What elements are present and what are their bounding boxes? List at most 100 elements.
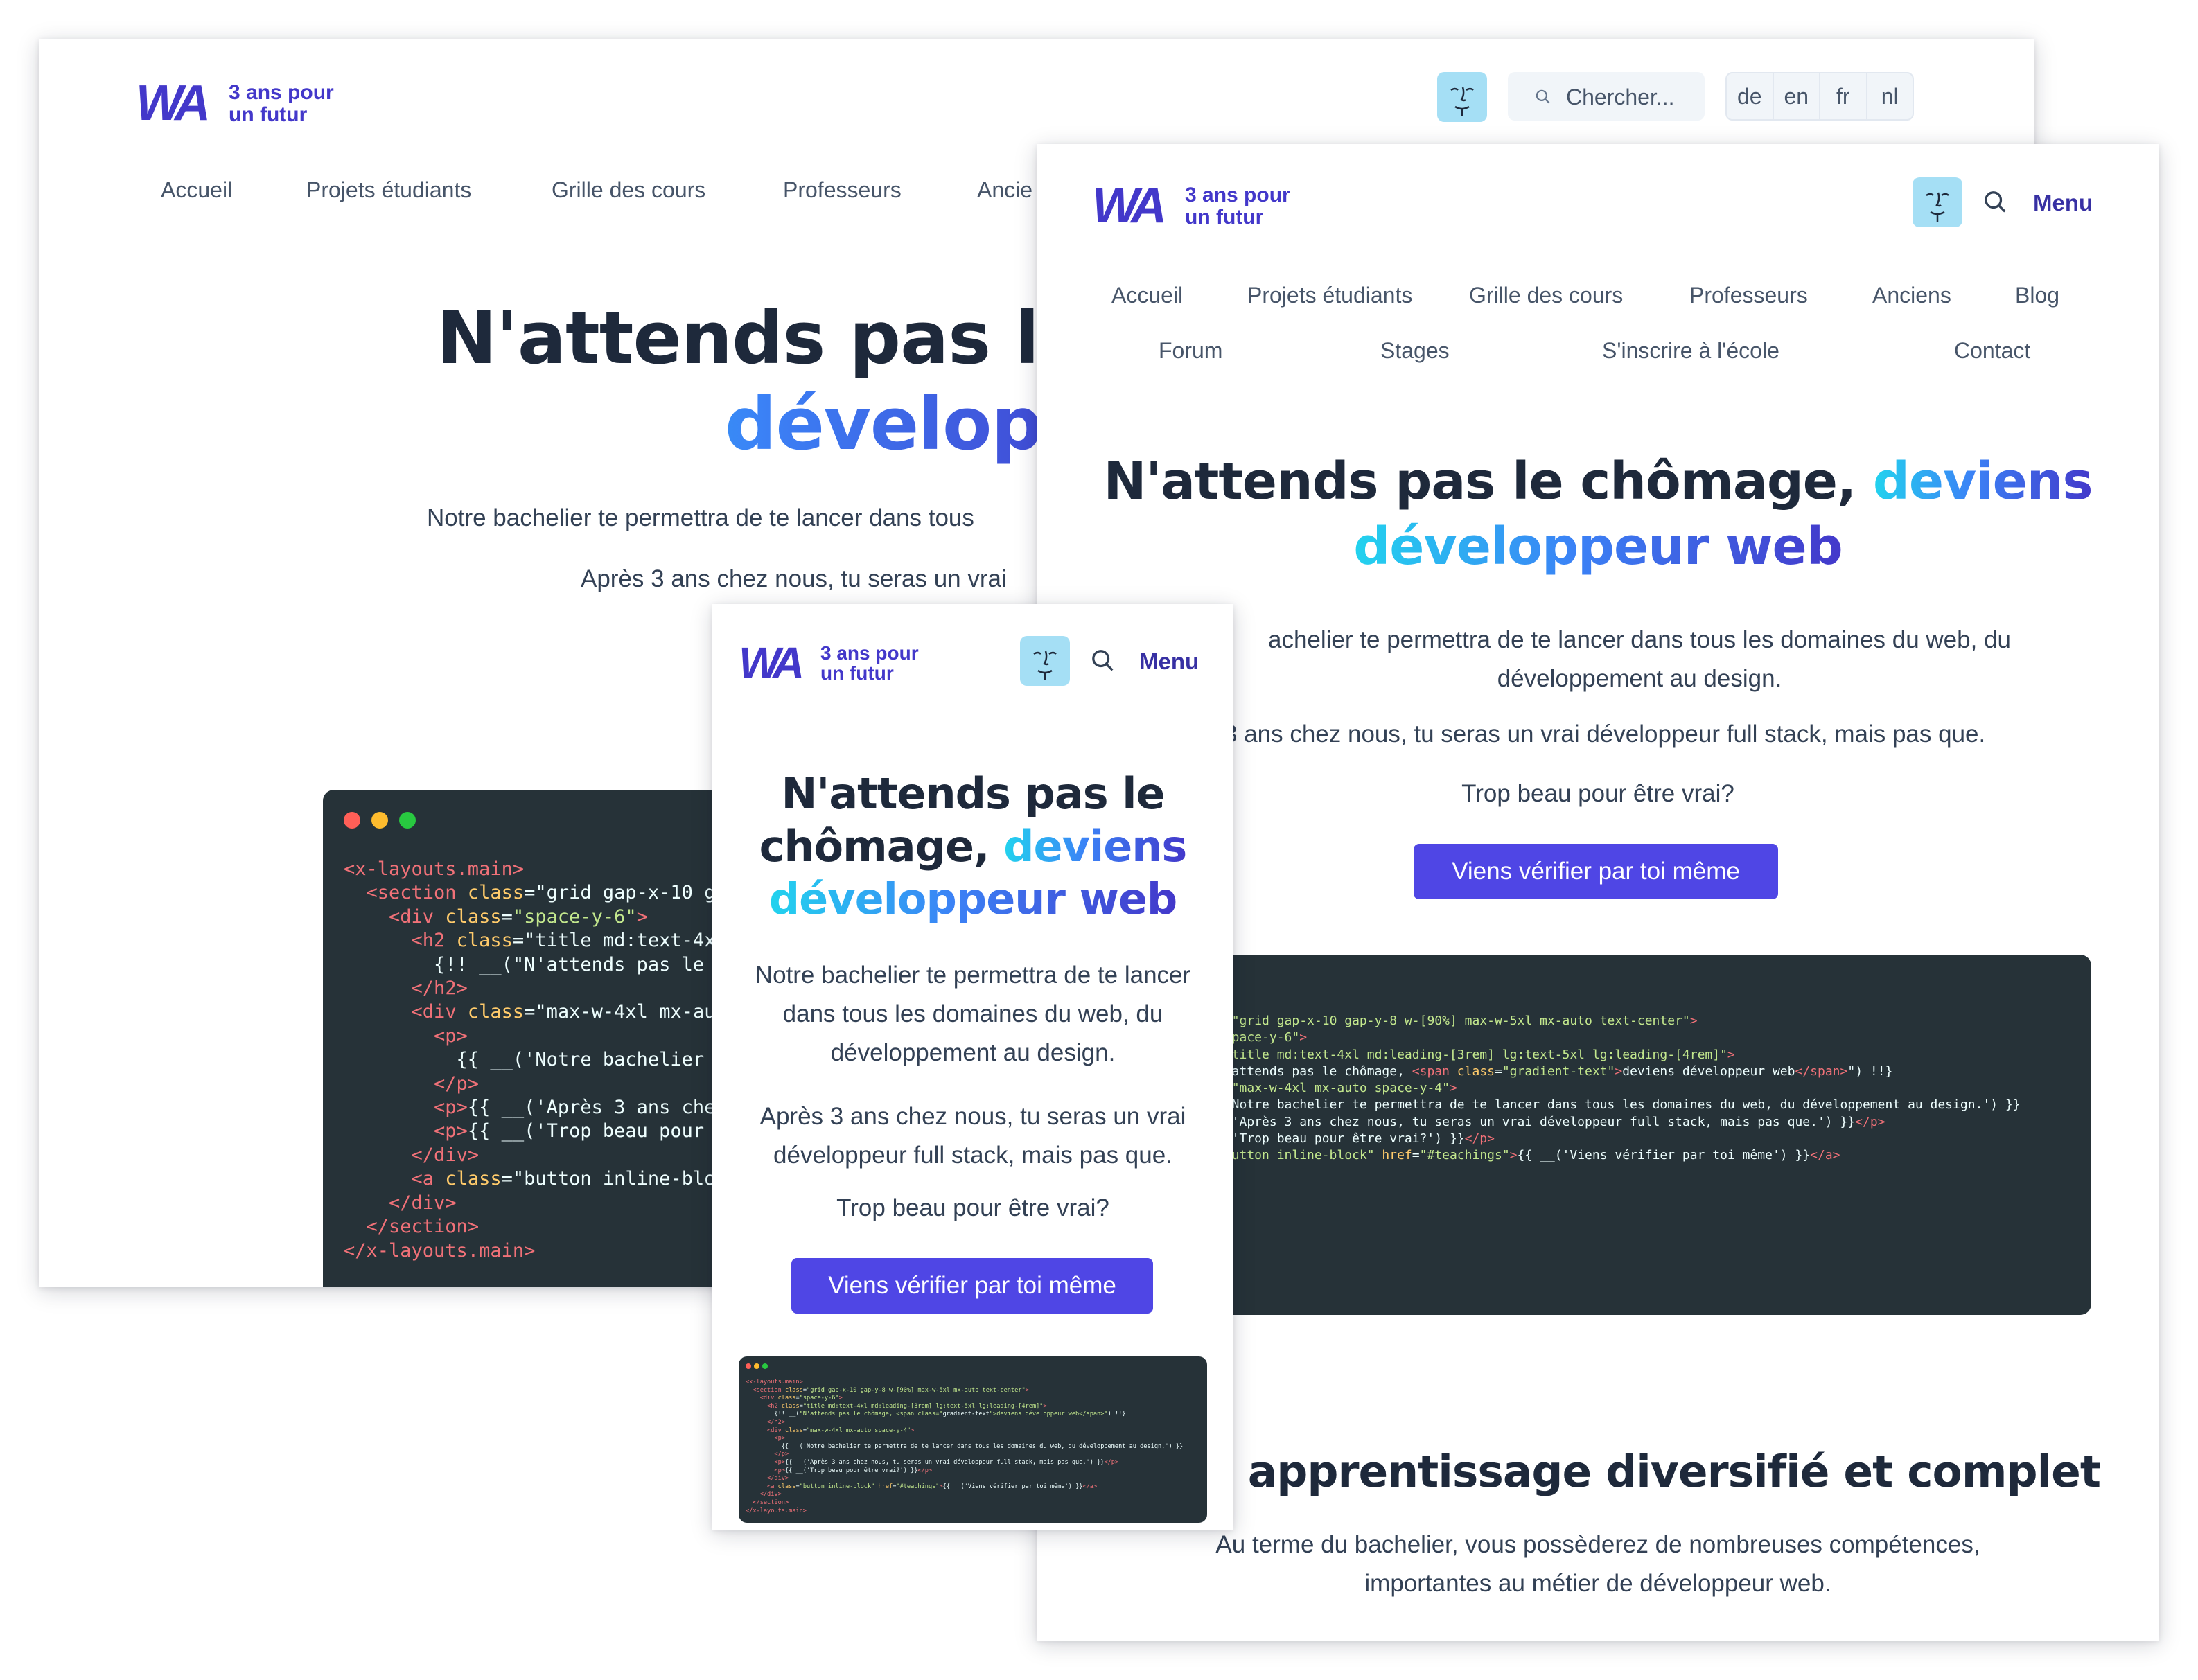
logo-tagline-line1: 3 ans pour <box>229 81 334 104</box>
face-icon[interactable] <box>1020 636 1070 686</box>
hero-paragraph-1: Notre bachelier te permettra de te lance… <box>427 504 974 531</box>
code-line: <div class="space-y-6"> <box>759 1395 843 1402</box>
face-icon[interactable] <box>1437 72 1487 122</box>
logo-tagline-line2: un futur <box>1185 205 1264 229</box>
search-icon <box>1536 89 1550 104</box>
code-lines: <x-layouts.main> <section class="grid ga… <box>746 1379 1183 1515</box>
code-line: <section class="grid gap-x-10 gap-y-8 w-… <box>753 1386 1029 1394</box>
hero-title-line2: développeur web <box>1353 514 1843 579</box>
tablet-nav: Accueil Projets étudiants Grille des cou… <box>1037 283 2159 366</box>
code-line: ="title md:text-4xl md:leading-[3rem] lg… <box>1217 1047 1735 1062</box>
search-icon[interactable] <box>1089 647 1117 675</box>
nav-contact[interactable]: Contact <box>1954 338 2030 364</box>
code-line: _('Trop beau pour être vrai?') }}</p> <box>1217 1131 1495 1147</box>
hero-title-plain: N'attends pas le chômage, <box>1103 452 1873 511</box>
nav-blog[interactable]: Blog <box>2015 283 2059 308</box>
minimize-dot <box>754 1363 759 1369</box>
hero-paragraph-1: Notre bachelier te permettra de te lance… <box>755 962 1191 1066</box>
nav-professeurs[interactable]: Professeurs <box>783 177 902 203</box>
code-line: {!! __("N'attends pas le chômage, <span … <box>746 1411 1126 1418</box>
hero-paragraph-3: Trop beau pour être vrai? <box>836 1194 1109 1221</box>
hero-title-gradient-word: deviens <box>1003 821 1187 872</box>
code-line: {{ __('Notre bachelier <box>344 1049 705 1071</box>
nav-accueil[interactable]: Accueil <box>161 177 232 203</box>
code-line: {!! __("N'attends pas le <box>344 953 705 975</box>
code-line: <x-layouts.main> <box>344 858 525 880</box>
nav-anciens[interactable]: Ancie <box>977 177 1032 203</box>
hero-paragraph-2: Après 3 ans chez nous, tu seras un vrai <box>581 565 1007 592</box>
lang-fr[interactable]: fr <box>1820 73 1867 119</box>
lang-de[interactable]: de <box>1727 73 1774 119</box>
hero-paragraph-1-line1: achelier te permettra de te lancer dans … <box>1267 626 2011 653</box>
nav-inscrire[interactable]: S'inscrire à l'école <box>1602 338 1779 364</box>
search-input[interactable]: Chercher... <box>1508 72 1705 121</box>
code-line: > <box>1217 1165 2021 1181</box>
maximize-dot <box>762 1363 768 1369</box>
code-line: </section> <box>366 1216 480 1238</box>
section2-subtitle-line1: Au terme du bachelier, vous possèderez d… <box>1215 1531 1980 1558</box>
code-line: <x-layouts.main> <box>746 1379 803 1386</box>
nav-grille[interactable]: Grille des cours <box>552 177 705 203</box>
cta-button[interactable]: Viens vérifier par toi même <box>791 1258 1153 1314</box>
code-line: <h2 class="title md:text-4xl md:leading-… <box>767 1402 1047 1410</box>
code-line: {{ __('Notre bachelier te permettra de t… <box>746 1442 1184 1450</box>
nav-stages[interactable]: Stages <box>1380 338 1450 364</box>
section2-subtitle: Au terme du bachelier, vous possèderez d… <box>1037 1526 2159 1603</box>
logo-tagline-line1: 3 ans pour <box>820 642 919 664</box>
code-lines: s="grid gap-x-10 gap-y-8 w-[90%] max-w-5… <box>1217 1013 2021 1181</box>
nav-anciens[interactable]: Anciens <box>1872 283 1951 308</box>
code-line: <a class="button inline-blo <box>411 1168 716 1190</box>
language-switcher: de en fr nl <box>1725 72 1914 121</box>
logo-tagline: 3 ans pour un futur <box>1185 184 1290 228</box>
code-line: <h2 class="title md:text-4x <box>411 930 716 952</box>
close-dot <box>746 1363 751 1369</box>
code-line: <p>{{ __('Après 3 ans chez nous, tu sera… <box>774 1458 1119 1466</box>
code-line: </div> <box>389 1192 457 1214</box>
menu-button[interactable]: Menu <box>2033 190 2093 216</box>
search-icon[interactable] <box>1982 188 2010 216</box>
minimize-dot <box>371 812 388 829</box>
hero-title: N'attends pas le chômage, deviens dévelo… <box>712 768 1233 926</box>
menu-button[interactable]: Menu <box>1139 648 1199 675</box>
nav-projets[interactable]: Projets étudiants <box>1247 283 1412 308</box>
code-line: <p>{{ __('Après 3 ans che <box>434 1097 716 1119</box>
nav-projets[interactable]: Projets étudiants <box>306 177 471 203</box>
search-placeholder: Chercher... <box>1566 85 1675 109</box>
code-line: N'attends pas le chômage, <span class="g… <box>1217 1063 1893 1079</box>
mobile-screenshot: WA 3 ans pour un futur Menu N'attends pa… <box>712 604 1233 1530</box>
nav-accueil[interactable]: Accueil <box>1111 283 1183 308</box>
hero-paragraph-2: Après 3 ans chez nous, tu seras un vrai … <box>759 1103 1186 1169</box>
nav-forum[interactable]: Forum <box>1159 338 1222 364</box>
code-line: _('Après 3 ans chez nous, tu seras un vr… <box>1217 1114 1885 1129</box>
code-line: ('Notre bachelier te permettra de te lan… <box>1217 1097 2021 1113</box>
code-line: <div class="max-w-4xl mx-auto space-y-4"… <box>767 1426 915 1434</box>
code-line: </p> <box>774 1451 789 1458</box>
nav-professeurs[interactable]: Professeurs <box>1689 283 1808 308</box>
maximize-dot <box>399 812 416 829</box>
code-line: </h2> <box>767 1418 785 1426</box>
code-line: </div> <box>759 1491 782 1498</box>
logo-mark: WA <box>739 638 805 688</box>
cta-button[interactable]: Viens vérifier par toi même <box>1414 844 1778 899</box>
code-line: "space-y-6"> <box>1217 1030 1308 1045</box>
face-icon[interactable] <box>1913 177 1962 227</box>
code-line: s="grid gap-x-10 gap-y-8 w-[90%] max-w-5… <box>1217 1014 1698 1028</box>
code-lines: <x-layouts.main> <section class="grid ga… <box>344 858 715 1263</box>
code-line: </p> <box>434 1072 480 1095</box>
nav-grille[interactable]: Grille des cours <box>1469 283 1623 308</box>
code-line: <a class="button inline-block" href="#te… <box>767 1483 1098 1490</box>
code-line: s="max-w-4xl mx-auto space-y-4"> <box>1217 1081 1457 1096</box>
hero-title-gradient-word: deviens <box>1872 452 2093 511</box>
code-line: </x-layouts.main> <box>746 1507 807 1514</box>
logo-mark: WA <box>1092 178 1167 233</box>
section2-subtitle-line2: importantes au métier de développeur web… <box>1364 1570 1831 1597</box>
hero-paragraph-1: achelier te permettra de te lancer dans … <box>1207 621 2072 698</box>
hero-title-line3: développeur web <box>768 874 1178 924</box>
code-line: </x-layouts.main> <box>344 1239 536 1262</box>
logo-tagline-line2: un futur <box>820 662 894 684</box>
lang-en[interactable]: en <box>1774 73 1820 119</box>
lang-nl[interactable]: nl <box>1867 73 1913 119</box>
code-line: <div class="max-w-4xl mx-au <box>411 1001 716 1023</box>
code-line: <section class="grid gap-x-10 g <box>366 882 716 904</box>
logo-tagline: 3 ans pour un futur <box>229 82 334 125</box>
